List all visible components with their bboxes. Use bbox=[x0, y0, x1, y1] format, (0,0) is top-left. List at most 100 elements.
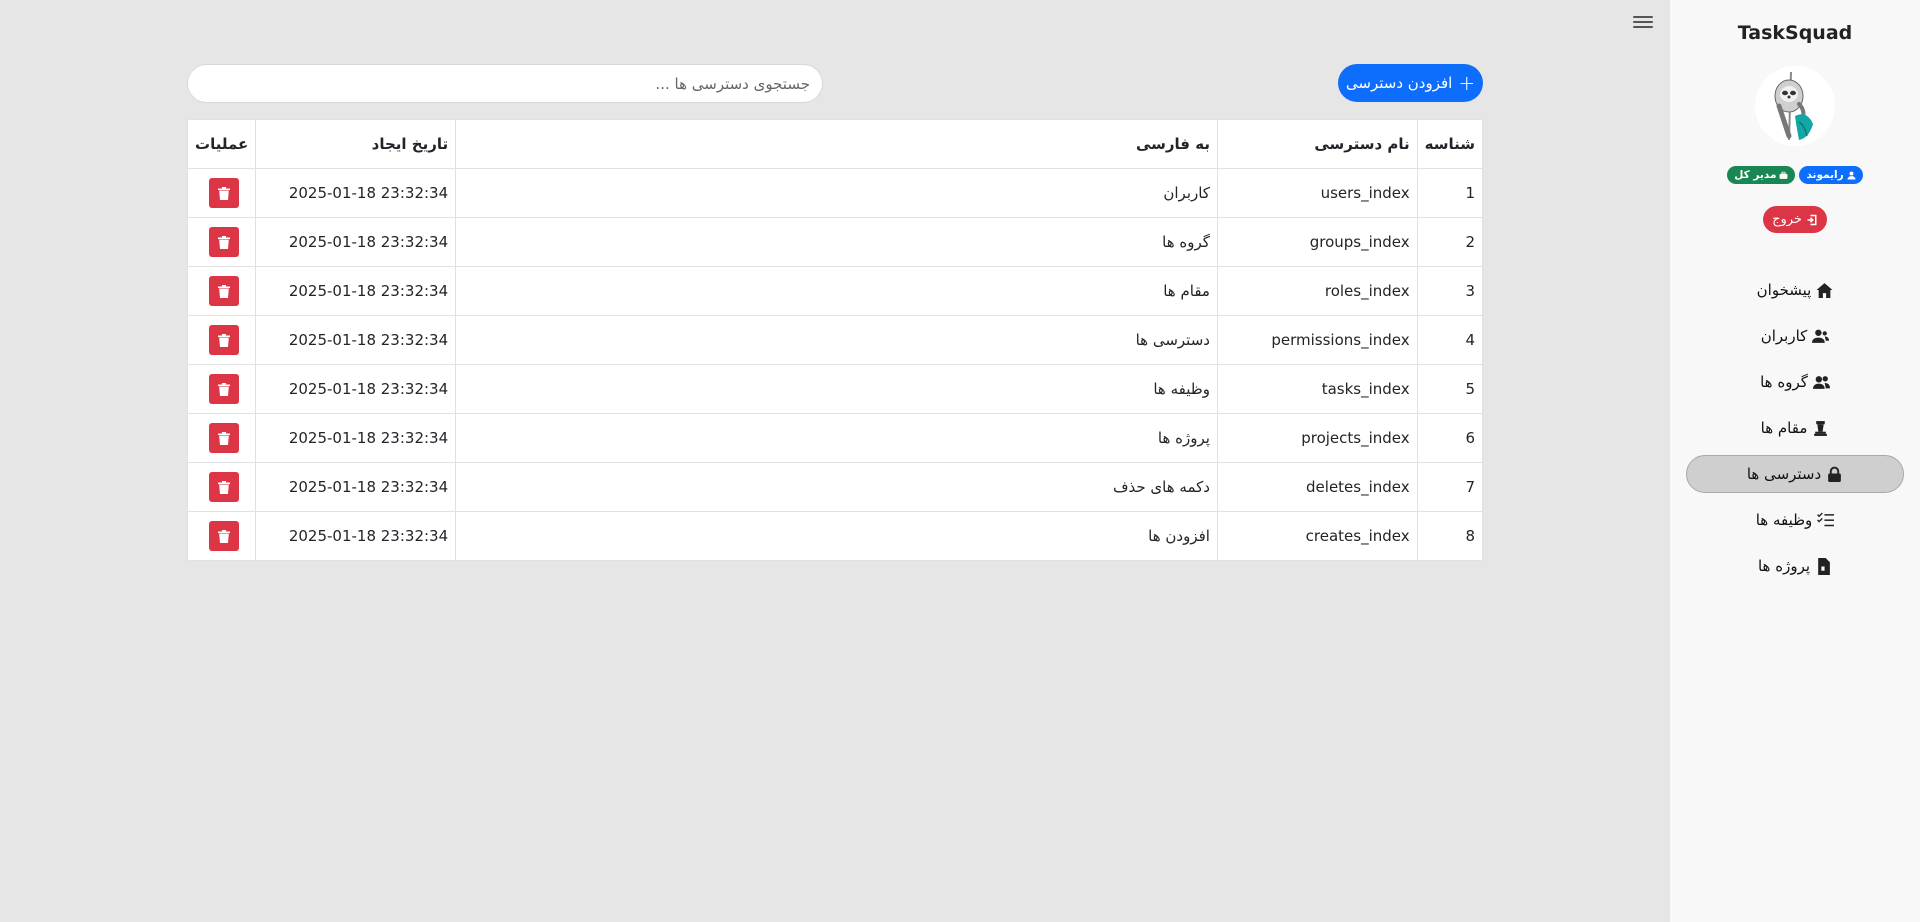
table-row: 1 users_index کاربران 2025-01-18 23:32:34 bbox=[186, 168, 1484, 218]
delete-button[interactable] bbox=[209, 227, 240, 257]
sidebar-item-dashboard[interactable]: پیشخوان bbox=[1686, 271, 1904, 309]
user-icon bbox=[1847, 171, 1856, 179]
permissions-table: شناسه نام دسترسی به فارسی تاریخ ایجاد عم… bbox=[186, 119, 1484, 561]
briefcase-icon bbox=[1780, 171, 1788, 179]
cell-name: creates_index bbox=[1216, 511, 1418, 561]
logout-button[interactable]: خروج bbox=[1763, 206, 1827, 233]
cell-name: projects_index bbox=[1216, 413, 1418, 463]
cell-name: tasks_index bbox=[1216, 364, 1418, 414]
delete-button[interactable] bbox=[209, 472, 240, 502]
cell-operations bbox=[186, 413, 257, 463]
sloth-avatar-icon bbox=[1755, 66, 1835, 146]
cell-name: users_index bbox=[1216, 168, 1418, 218]
user-badges: رایموند مدیر کل bbox=[1727, 166, 1863, 184]
delete-button[interactable] bbox=[209, 325, 240, 355]
table-row: 3 roles_index مقام ها 2025-01-18 23:32:34 bbox=[186, 266, 1484, 316]
cell-id: 2 bbox=[1416, 217, 1484, 267]
sidebar-item-projects[interactable]: پروژه ها bbox=[1686, 547, 1904, 585]
username-label: رایموند bbox=[1806, 169, 1844, 181]
cell-persian: وظیفه ها bbox=[455, 364, 1218, 414]
sidebar-item-label: پیشخوان bbox=[1756, 281, 1812, 299]
search-input[interactable] bbox=[187, 64, 823, 103]
trash-icon bbox=[218, 186, 231, 200]
table-row: 4 permissions_index دسترسی ها 2025-01-18 23… bbox=[186, 315, 1484, 365]
table-row: 7 deletes_index دکمه های حذف 2025-01-18 23:… bbox=[186, 462, 1484, 512]
cell-persian: افزودن ها bbox=[455, 511, 1218, 561]
sidebar-item-label: دسترسی ها bbox=[1746, 465, 1822, 483]
logout-icon bbox=[1807, 214, 1817, 225]
trash-icon bbox=[218, 333, 231, 347]
cell-created: 2025-01-18 23:32:34 bbox=[255, 462, 457, 512]
header-name: نام دسترسی bbox=[1216, 119, 1418, 169]
header-id: شناسه bbox=[1416, 119, 1484, 169]
role-label: مدیر کل bbox=[1734, 169, 1777, 181]
cell-created: 2025-01-18 23:32:34 bbox=[255, 217, 457, 267]
header-created: تاریخ ایجاد bbox=[255, 119, 457, 169]
trash-icon bbox=[218, 284, 231, 298]
add-permission-label: افزودن دسترسی bbox=[1345, 74, 1453, 92]
delete-button[interactable] bbox=[209, 276, 240, 306]
cell-name: roles_index bbox=[1216, 266, 1418, 316]
cell-persian: دکمه های حذف bbox=[455, 462, 1218, 512]
trash-icon bbox=[218, 382, 231, 396]
cell-created: 2025-01-18 23:32:34 bbox=[255, 168, 457, 218]
table-body: 1 users_index کاربران 2025-01-18 23:32:34 2 g… bbox=[186, 168, 1484, 561]
cell-created: 2025-01-18 23:32:34 bbox=[255, 413, 457, 463]
role-badge: مدیر کل bbox=[1727, 166, 1796, 184]
table-row: 5 tasks_index وظیفه ها 2025-01-18 23:32:34 bbox=[186, 364, 1484, 414]
chess-piece-icon bbox=[1814, 420, 1828, 436]
delete-button[interactable] bbox=[209, 423, 240, 453]
sidebar-item-users[interactable]: کاربران bbox=[1686, 317, 1904, 355]
cell-id: 4 bbox=[1416, 315, 1484, 365]
table-row: 8 creates_index افزودن ها 2025-01-18 23:32:… bbox=[186, 511, 1484, 561]
cell-name: permissions_index bbox=[1216, 315, 1418, 365]
header-operations: عملیات bbox=[186, 119, 257, 169]
sidebar-item-label: مقام ها bbox=[1760, 419, 1808, 437]
cell-created: 2025-01-18 23:32:34 bbox=[255, 364, 457, 414]
sidebar-item-permissions[interactable]: دسترسی ها bbox=[1686, 455, 1904, 493]
sidebar-item-label: پروژه ها bbox=[1757, 557, 1811, 575]
sidebar: TaskSquad رایموند مدیر کل خروج پیشخوان ک… bbox=[1670, 0, 1920, 922]
checklist-icon bbox=[1817, 512, 1835, 526]
table-header-row: شناسه نام دسترسی به فارسی تاریخ ایجاد عم… bbox=[186, 119, 1484, 169]
menu-toggle-icon[interactable] bbox=[1633, 13, 1653, 33]
home-icon bbox=[1816, 282, 1833, 298]
table-row: 2 groups_index گروه ها 2025-01-18 23:32:34 bbox=[186, 217, 1484, 267]
delete-button[interactable] bbox=[209, 521, 240, 551]
cell-operations bbox=[186, 364, 257, 414]
table-row: 6 projects_index پروژه ها 2025-01-18 23:32:… bbox=[186, 413, 1484, 463]
cell-created: 2025-01-18 23:32:34 bbox=[255, 511, 457, 561]
trash-icon bbox=[218, 235, 231, 249]
header-persian: به فارسی bbox=[455, 119, 1218, 169]
cell-created: 2025-01-18 23:32:34 bbox=[255, 266, 457, 316]
add-permission-button[interactable]: + افزودن دسترسی bbox=[1338, 64, 1483, 102]
trash-icon bbox=[218, 480, 231, 494]
trash-icon bbox=[218, 529, 231, 543]
cell-name: groups_index bbox=[1216, 217, 1418, 267]
cell-id: 1 bbox=[1416, 168, 1484, 218]
sidebar-item-roles[interactable]: مقام ها bbox=[1686, 409, 1904, 447]
cell-operations bbox=[186, 168, 257, 218]
cell-persian: گروه ها bbox=[455, 217, 1218, 267]
sidebar-item-tasks[interactable]: وظیفه ها bbox=[1686, 501, 1904, 539]
cell-persian: کاربران bbox=[455, 168, 1218, 218]
cell-id: 6 bbox=[1416, 413, 1484, 463]
cell-id: 7 bbox=[1416, 462, 1484, 512]
sidebar-item-groups[interactable]: گروه ها bbox=[1686, 363, 1904, 401]
avatar bbox=[1755, 66, 1835, 146]
cell-persian: دسترسی ها bbox=[455, 315, 1218, 365]
lock-icon bbox=[1828, 466, 1842, 482]
sidebar-item-label: گروه ها bbox=[1760, 373, 1808, 391]
delete-button[interactable] bbox=[209, 178, 240, 208]
cell-id: 5 bbox=[1416, 364, 1484, 414]
delete-button[interactable] bbox=[209, 374, 240, 404]
cell-operations bbox=[186, 266, 257, 316]
users-icon bbox=[1812, 329, 1830, 343]
username-badge: رایموند bbox=[1799, 166, 1863, 184]
cell-created: 2025-01-18 23:32:34 bbox=[255, 315, 457, 365]
cell-operations bbox=[186, 217, 257, 267]
sidebar-item-label: وظیفه ها bbox=[1755, 511, 1813, 529]
sidebar-item-label: کاربران bbox=[1760, 327, 1808, 345]
cell-operations bbox=[186, 511, 257, 561]
group-icon bbox=[1812, 375, 1830, 389]
